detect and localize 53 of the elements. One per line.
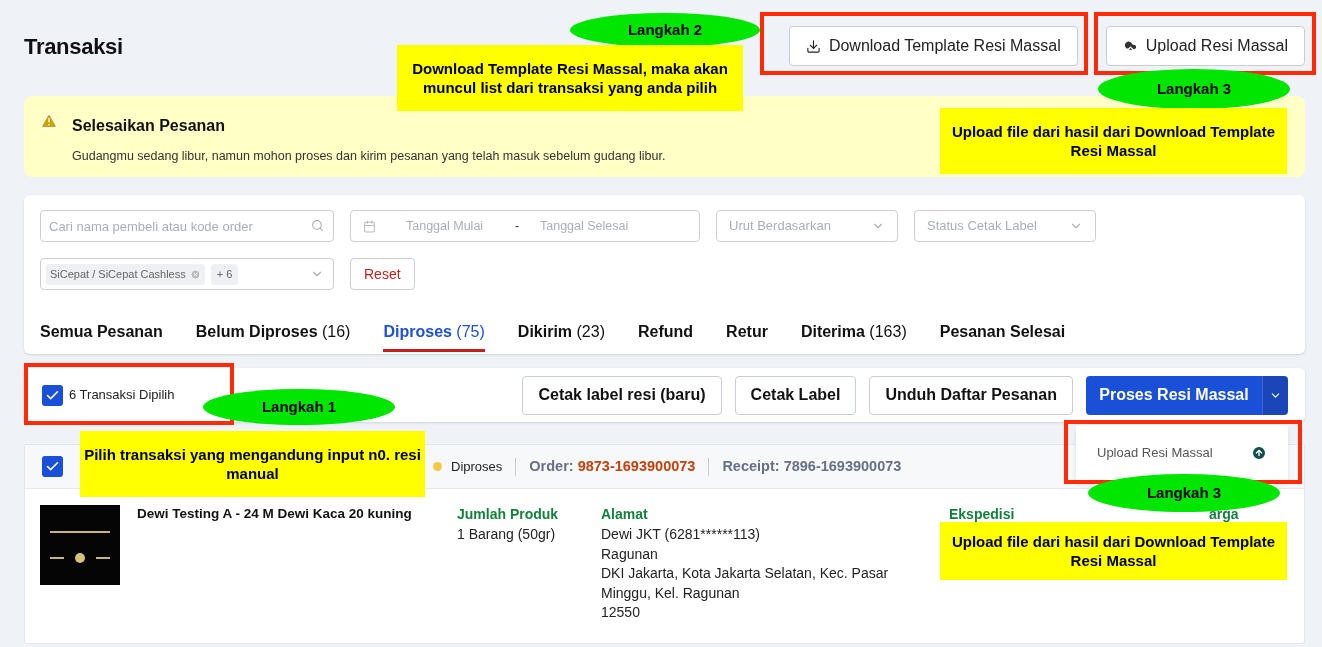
callout-note: Download Template Resi Massal, maka akan muncul list dari transaksi yang anda pilih <box>397 45 743 111</box>
callout-note: Upload file dari hasil dari Download Template Resi Massal <box>940 108 1287 174</box>
column-heading: Alamat <box>601 505 649 524</box>
status-tab[interactable]: Pesanan Selesai <box>939 314 1066 352</box>
order-number: Order: 9873-1693900073 <box>529 456 696 476</box>
alert-title: Selesaikan Pesanan <box>72 116 226 136</box>
date-separator: - <box>513 217 521 235</box>
status-tab[interactable]: Belum Diproses (16) <box>195 314 351 352</box>
selection-count: 6 Transaksi Dipilih <box>69 386 175 405</box>
download-icon <box>805 38 821 54</box>
column-text: 1 Barang (50gr) <box>457 525 556 544</box>
checkbox[interactable] <box>42 456 63 477</box>
calendar-icon <box>363 219 376 233</box>
reset-button[interactable]: Reset <box>350 258 415 290</box>
action-button[interactable]: Cetak label resi (baru) <box>522 375 722 415</box>
status-tab[interactable]: Refund <box>638 314 694 352</box>
order-status: Diproses <box>451 457 503 476</box>
page-title: Transaksi <box>24 32 123 61</box>
checkbox[interactable] <box>42 384 63 406</box>
status-tab[interactable]: Retur <box>726 314 768 352</box>
receipt-number: Receipt: 7896-1693900073 <box>722 456 902 476</box>
action-button[interactable]: Cetak Label <box>734 375 857 415</box>
date-range-field[interactable]: Tanggal Mulai - Tanggal Selesai <box>350 210 700 242</box>
end-date-placeholder: Tanggal Selesai <box>540 217 629 235</box>
column-text: Dewi JKT (6281******113) <box>601 525 760 544</box>
column-heading: Jumlah Produk <box>457 505 560 524</box>
status-tab[interactable]: Diproses (75) <box>383 314 485 352</box>
product-name: Dewi Testing A - 24 M Dewi Kaca 20 kuning <box>137 505 413 523</box>
status-tab[interactable]: Semua Pesanan <box>40 314 163 352</box>
upload-icon <box>1251 445 1267 461</box>
start-date-placeholder: Tanggal Mulai <box>406 217 485 235</box>
status-tab[interactable]: Diterima (163) <box>800 314 907 352</box>
search-field[interactable]: Cari nama pembeli atau kode order <box>40 210 334 242</box>
menu-item[interactable]: Upload Resi Massal <box>1097 443 1267 463</box>
column-text: DKI Jakarta, Kota Jakarta Selatan, Kec. Pasar Minggu, Kel. Ragunan <box>601 564 890 603</box>
header-button[interactable]: Upload Resi Massal <box>1105 26 1305 66</box>
mass-process-button[interactable]: Proses Resi Massal <box>1086 375 1262 415</box>
status-tab[interactable]: Dikirim (23) <box>517 314 605 352</box>
header-button[interactable]: Download Template Resi Massal <box>788 26 1078 66</box>
search-icon <box>311 219 324 232</box>
column-heading: Ekspedisi <box>949 505 1016 524</box>
courier-select[interactable]: SiCepat / SiCepat Cashless + 6 <box>40 258 334 290</box>
courier-tag: SiCepat / SiCepat Cashless <box>46 263 205 285</box>
action-button[interactable]: Unduh Daftar Pesanan <box>869 375 1073 415</box>
more-count-tag: + 6 <box>210 263 239 285</box>
column-text: Ragunan <box>601 544 658 564</box>
callout-note: Pilih transaksi yang mengandung input n0. resi manual <box>80 431 425 497</box>
step-bubble: Langkah 2 <box>570 13 760 47</box>
column-text: 12550 <box>601 603 640 622</box>
callout-note: Upload file dari hasil dari Download Template Resi Massal <box>940 522 1287 580</box>
dropdown-toggle[interactable] <box>1262 375 1288 415</box>
alert-message: Gudangmu sedang libur, namun mohon proses dan kirim pesanan yang telah masuk sebelum gudang libur. <box>72 148 666 165</box>
warning-icon <box>40 112 58 130</box>
